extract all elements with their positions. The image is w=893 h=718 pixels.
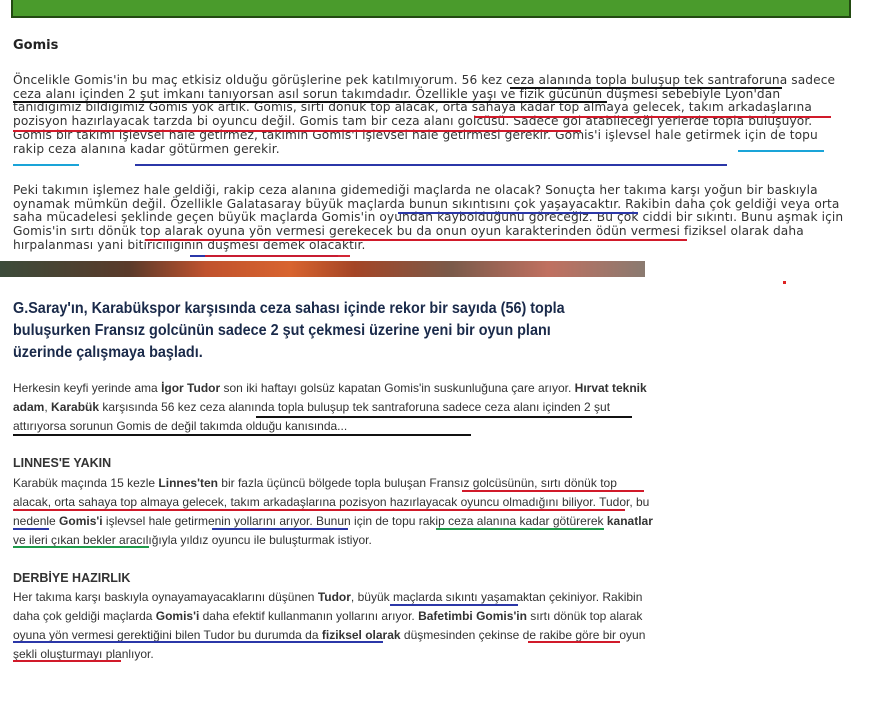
- news-text: ve ileri çıkan bekler aracılığıyla yıldı…: [13, 533, 372, 547]
- red-dot-mark: [783, 281, 786, 284]
- underline-annotation: [510, 87, 782, 89]
- header-image-strip: [11, 0, 851, 18]
- news-section-heading-2: DERBİYE HAZIRLIK: [13, 571, 131, 585]
- underline-annotation: [528, 641, 620, 643]
- news-text: Her takıma karşı baskıyla oynayamayacakl…: [13, 590, 318, 604]
- underline-annotation: [13, 641, 383, 643]
- underline-annotation: [145, 239, 687, 241]
- news-section-heading-1: LINNES'E YAKIN: [13, 456, 112, 470]
- news-section-paragraph-2: Her takıma karşı baskıyla oynayamayacakl…: [13, 588, 653, 664]
- news-bold-text: Tudor: [317, 590, 351, 604]
- underline-annotation: [13, 660, 121, 662]
- news-bold-text: Gomis'i: [59, 514, 103, 528]
- blog-paragraph-2: Peki takımın işlemez hale geldiği, rakip…: [13, 183, 848, 253]
- underline-annotation: [13, 130, 581, 132]
- underline-annotation: [135, 164, 727, 166]
- underline-annotation: [398, 212, 638, 214]
- news-text: Karabük maçında 15 kezle: [13, 476, 159, 490]
- news-text: daha efektif kullanmanın yollarını arıyo…: [199, 609, 419, 623]
- news-text: Herkesin keyfi yerinde ama: [13, 381, 162, 395]
- blog-heading: Gomis: [13, 38, 59, 53]
- underline-annotation: [474, 116, 831, 118]
- news-bold-text: Linnes'ten: [158, 476, 218, 490]
- news-headline: G.Saray'ın, Karabükspor karşısında ceza …: [13, 300, 565, 361]
- underline-annotation: [13, 546, 149, 548]
- news-text: son iki haftayı golsüz kapatan Gomis'in …: [220, 381, 575, 395]
- underline-annotation: [390, 604, 518, 606]
- news-bold-text: kanatlar: [606, 514, 653, 528]
- blog-paragraph-2-text: Peki takımın işlemez hale geldiği, rakip…: [13, 183, 844, 252]
- underline-annotation: [13, 434, 471, 436]
- underline-annotation: [13, 164, 79, 166]
- news-bold-text: Bafetimbi Gomis'in: [418, 609, 527, 623]
- underline-annotation: [738, 150, 824, 152]
- news-bold-text: Karabük: [51, 400, 100, 414]
- underline-annotation: [13, 101, 607, 103]
- underline-annotation: [256, 416, 632, 418]
- news-section-paragraph-1: Karabük maçında 15 kezle Linnes'ten bir …: [13, 474, 653, 550]
- news-bold-text: fiziksel olarak: [321, 628, 401, 642]
- news-bold-text: Gomis'i: [155, 609, 200, 623]
- photo-crop: [0, 261, 645, 277]
- underline-annotation: [205, 255, 350, 257]
- underline-annotation: [212, 528, 348, 530]
- news-bold-text: İgor Tudor: [161, 381, 221, 395]
- news-text: işlevsel hale getirmenin yollarını arıyo…: [102, 514, 607, 528]
- underline-annotation: [13, 528, 49, 530]
- underline-annotation: [13, 509, 625, 511]
- news-intro-paragraph: Herkesin keyfi yerinde ama İgor Tudor so…: [13, 379, 653, 436]
- underline-annotation: [436, 528, 604, 530]
- underline-annotation: [462, 490, 644, 492]
